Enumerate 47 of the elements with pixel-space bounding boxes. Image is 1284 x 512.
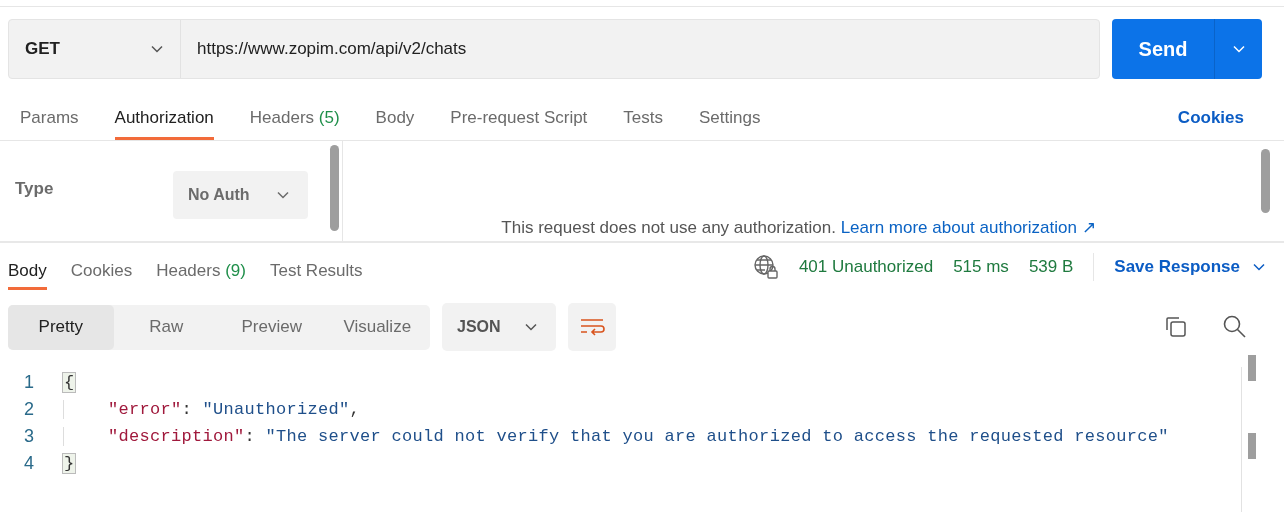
tab[interactable]: Headers (5) bbox=[249, 96, 340, 140]
view-mode-tab[interactable]: Raw bbox=[113, 304, 219, 350]
code-token: "The server could not verify that you are authorized to access the requested resource" bbox=[265, 427, 1169, 446]
auth-type-dropdown[interactable]: No Auth bbox=[173, 171, 308, 219]
response-size: 539 B bbox=[1028, 257, 1074, 277]
response-time: 515 ms bbox=[953, 257, 1009, 277]
line-number: 1 bbox=[23, 372, 35, 393]
globe-lock-icon bbox=[752, 254, 779, 280]
status-code: 401 Unauthorized bbox=[798, 257, 934, 277]
search-icon[interactable] bbox=[1222, 314, 1248, 340]
wrap-lines-icon bbox=[579, 317, 605, 337]
tab[interactable]: Authorization bbox=[114, 96, 214, 140]
learn-more-link[interactable]: Learn more about authorization ↗ bbox=[840, 218, 1096, 237]
wrap-lines-button[interactable] bbox=[568, 303, 616, 351]
tab[interactable]: Body bbox=[8, 252, 47, 290]
scrollbar-thumb[interactable] bbox=[330, 145, 339, 231]
save-response-button[interactable]: Save Response bbox=[1114, 257, 1266, 277]
bracket: { bbox=[62, 372, 77, 393]
code-token: : bbox=[181, 400, 194, 419]
copy-icon[interactable] bbox=[1164, 315, 1188, 339]
line-number: 3 bbox=[23, 426, 35, 447]
tab[interactable]: Pre-request Script bbox=[450, 96, 588, 140]
code-token: , bbox=[349, 400, 361, 419]
auth-message: This request does not use any authorization. Learn more about authorization ↗ bbox=[501, 217, 1096, 238]
scrollbar-thumb[interactable] bbox=[1261, 149, 1270, 213]
scroll-marker bbox=[1248, 433, 1256, 459]
tab[interactable]: Test Results bbox=[269, 252, 363, 290]
view-mode-tab[interactable]: Pretty bbox=[8, 304, 114, 350]
tab[interactable]: Cookies bbox=[70, 252, 133, 290]
code-token: "description" bbox=[108, 427, 245, 446]
tab[interactable]: Params bbox=[20, 96, 79, 140]
tab[interactable]: Headers (9) bbox=[156, 252, 246, 290]
line-number: 2 bbox=[23, 399, 35, 420]
code-token: : bbox=[244, 427, 257, 446]
line-number: 4 bbox=[23, 453, 35, 474]
tab[interactable]: Tests bbox=[623, 96, 664, 140]
view-mode-tab[interactable]: Preview bbox=[219, 304, 325, 350]
tab[interactable]: Settings bbox=[699, 96, 761, 140]
code-token: "error" bbox=[108, 400, 182, 419]
type-label: Type bbox=[15, 178, 55, 200]
bracket: } bbox=[62, 453, 77, 474]
format-dropdown[interactable]: JSON bbox=[442, 303, 556, 351]
tab[interactable]: Body bbox=[375, 96, 415, 140]
scrollbar-thumb[interactable] bbox=[1248, 355, 1256, 381]
view-mode-tab[interactable]: Visualize bbox=[324, 304, 430, 350]
cookies-link[interactable]: Cookies bbox=[1177, 96, 1244, 140]
code-token: "Unauthorized" bbox=[202, 400, 350, 419]
